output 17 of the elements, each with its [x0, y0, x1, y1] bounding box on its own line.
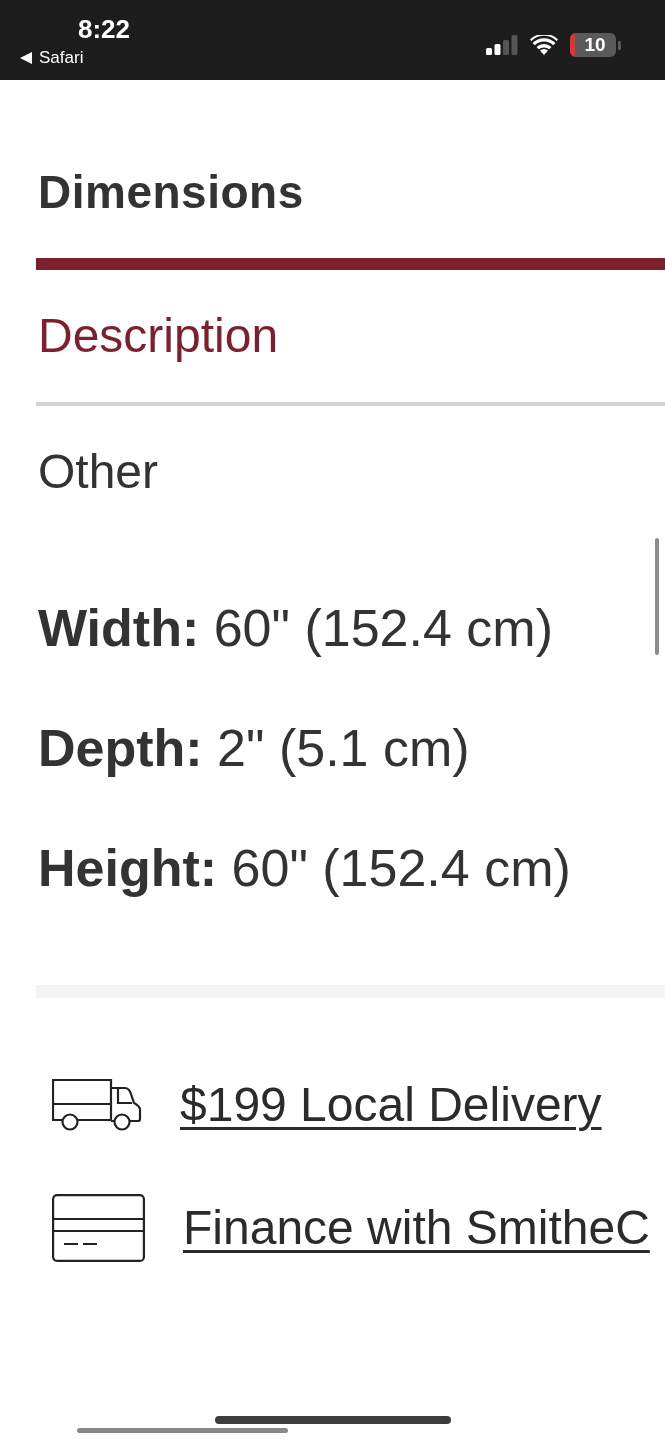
clock-time: 8:22	[78, 14, 131, 44]
battery-cap-icon	[618, 40, 621, 50]
back-triangle-icon[interactable]	[20, 52, 32, 64]
tab[interactable]: Dimensions	[38, 160, 304, 224]
signal-icon	[486, 35, 518, 55]
truck-icon	[52, 1079, 142, 1131]
finance-link[interactable]: Finance with SmitheC	[183, 1198, 650, 1258]
tab[interactable]: Description	[38, 304, 279, 368]
wifi-icon	[530, 35, 558, 55]
credit-card-icon	[52, 1194, 145, 1262]
back-to-app-link[interactable]: Safari	[39, 48, 84, 68]
dimension-text: Width: 60" (152.4 cm)	[38, 598, 553, 659]
battery-indicator: 10	[570, 33, 616, 57]
dimension-text: Height: 60" (152.4 cm)	[38, 838, 571, 899]
dimension-text: Depth: 2" (5.1 cm)	[38, 718, 470, 779]
delivery-link[interactable]: $199 Local Delivery	[180, 1075, 602, 1135]
tab[interactable]: Other	[38, 440, 159, 504]
